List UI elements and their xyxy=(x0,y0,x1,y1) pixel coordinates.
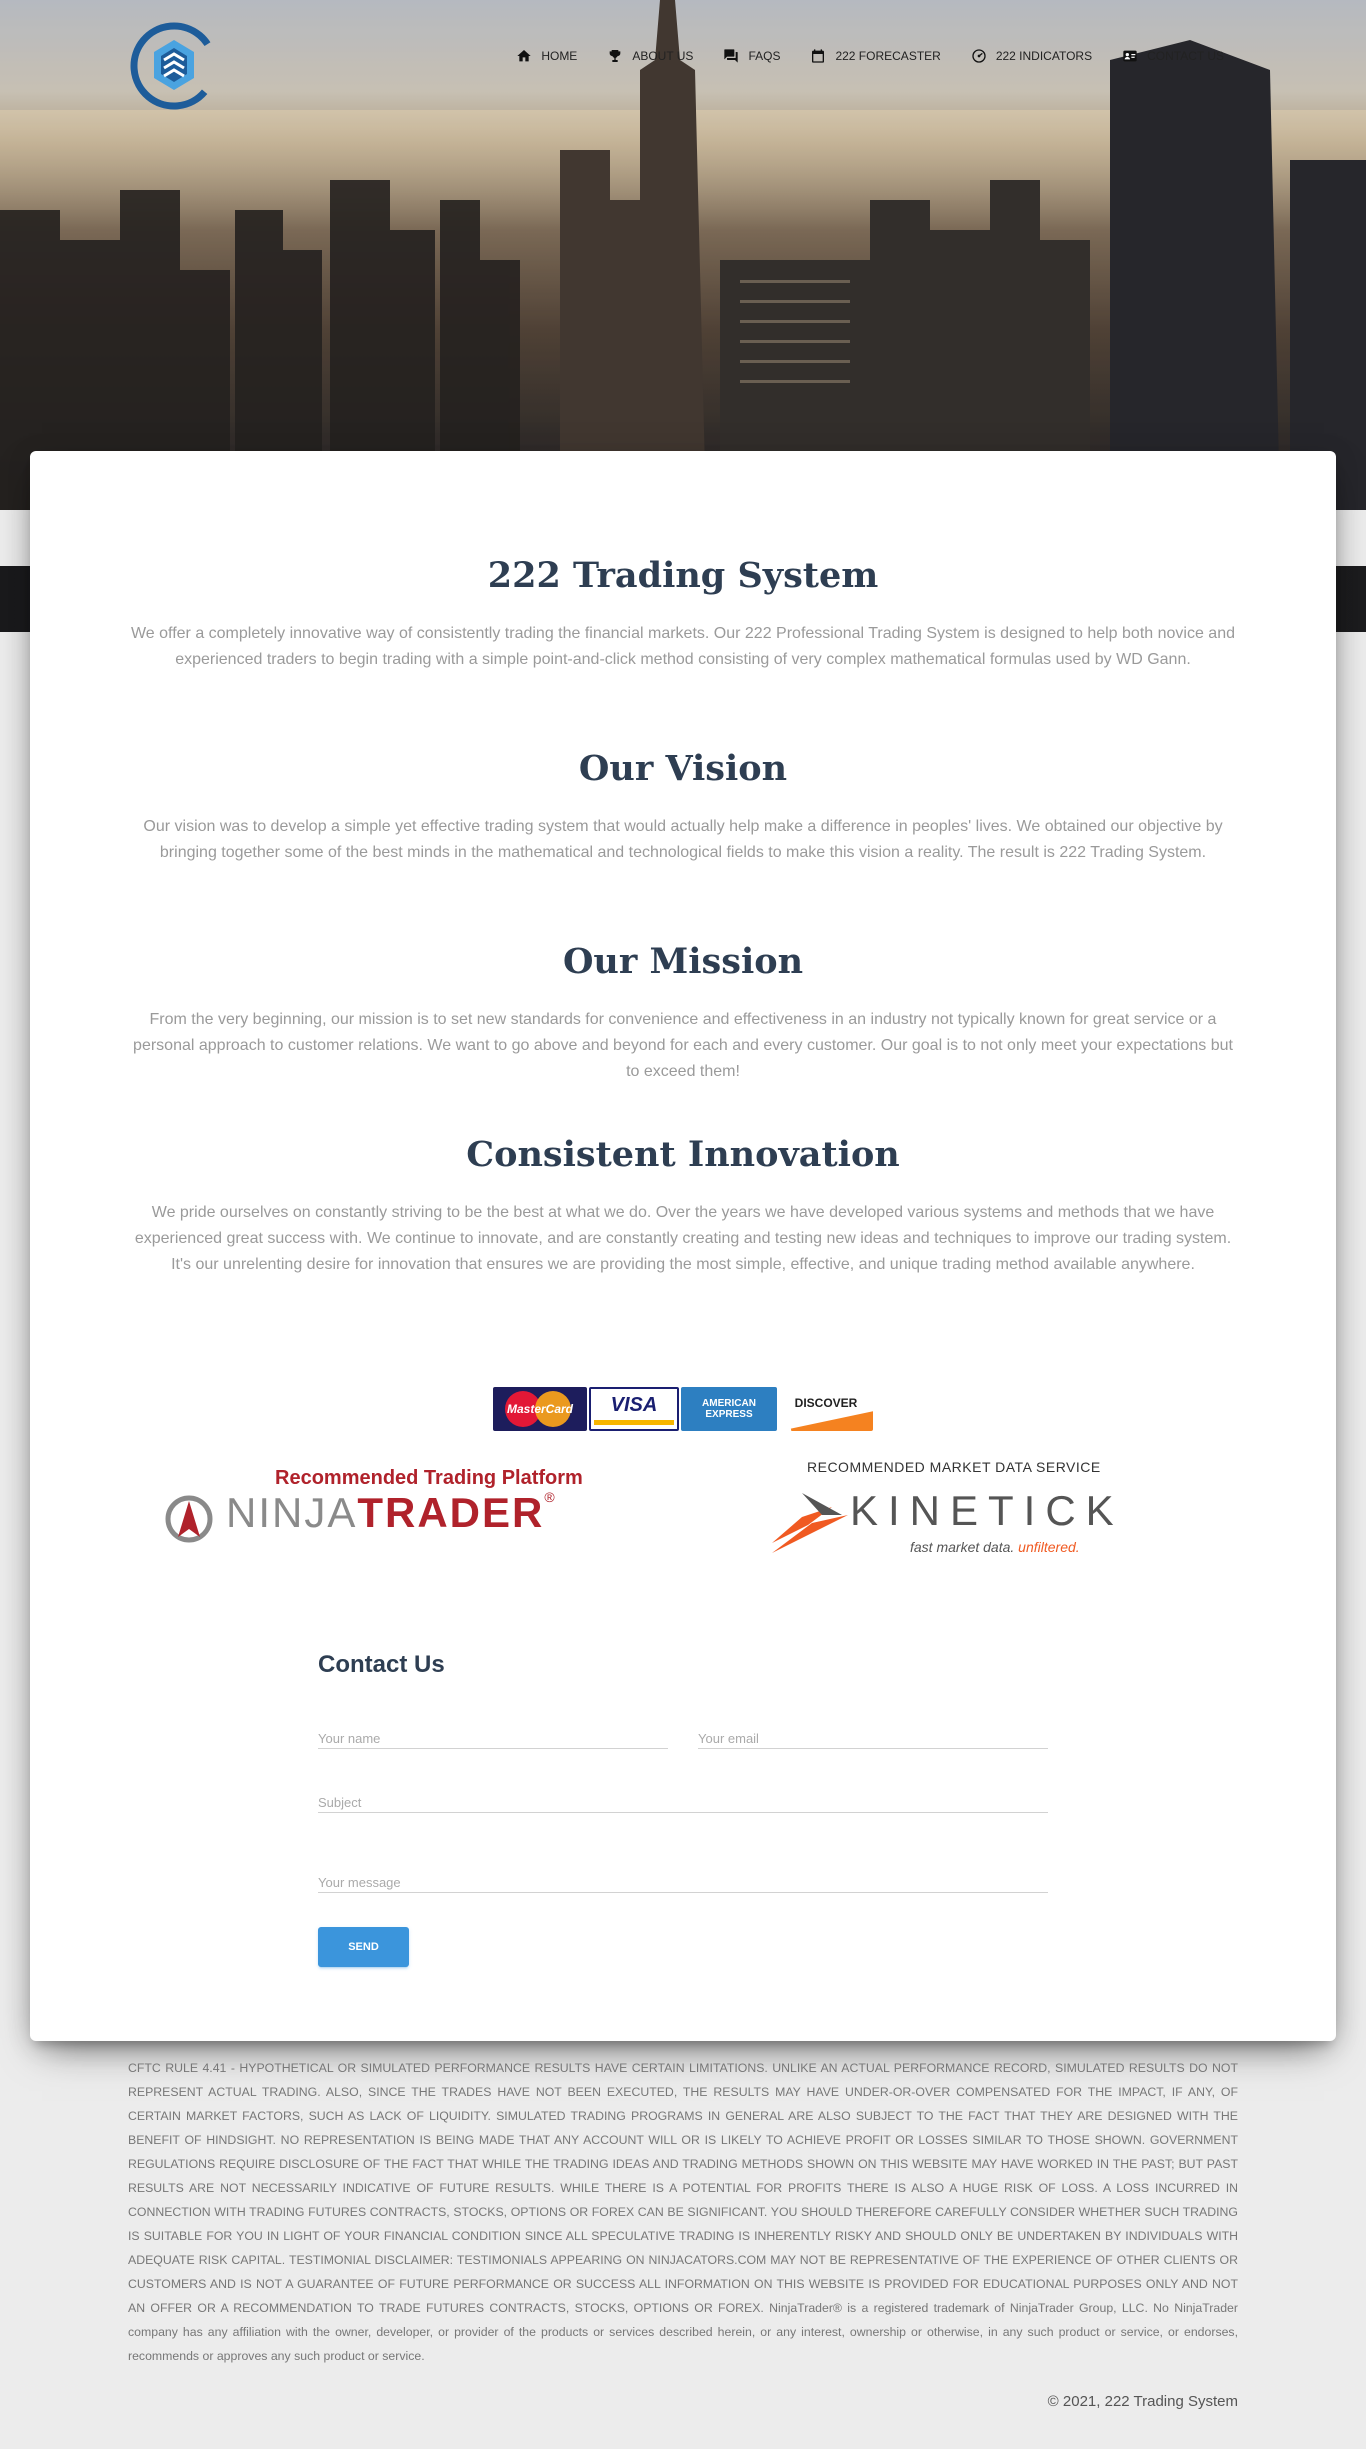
payment-cards: MasterCard VISA AMERICAN EXPRESS DISCOVE… xyxy=(493,1387,873,1433)
section-text-innovation: We pride ourselves on constantly strivin… xyxy=(134,1204,1232,1273)
nav-item-home[interactable]: HOME xyxy=(516,48,577,64)
ninjatrader-wordmark: NINJATRADER® xyxy=(226,1489,557,1536)
section-title-innovation: Consistent Innovation xyxy=(466,1134,900,1175)
kinetick-slogan: fast market data. unfiltered. xyxy=(910,1539,1080,1555)
calendar-icon xyxy=(812,49,825,63)
kinetick-tagline: RECOMMENDED MARKET DATA SERVICE xyxy=(807,1459,1101,1475)
ninjatrader-banner[interactable]: Recommended Trading Platform NINJATRADER… xyxy=(160,1467,630,1547)
nav-item-label: FAQS xyxy=(748,49,781,63)
kinetick-wordmark: KINETICK xyxy=(850,1487,1124,1534)
section-title-vision: Our Vision xyxy=(578,748,788,789)
copyright: © 2021, 222 Trading System xyxy=(1047,2393,1238,2410)
nav-item-about-us[interactable]: ABOUT US xyxy=(607,48,693,64)
contact-title: Contact Us xyxy=(318,1651,445,1678)
email-label: Your email xyxy=(698,1731,759,1746)
nav-item-222-indicators[interactable]: 222 INDICATORS xyxy=(971,48,1092,64)
main-content-card: 222 Trading System We offer a completely… xyxy=(30,451,1336,2041)
nav-item-label: CONTACT US xyxy=(1147,49,1224,63)
send-button[interactable]: SEND xyxy=(318,1927,409,1967)
home-icon xyxy=(517,50,531,62)
forum-icon xyxy=(724,49,739,63)
kinetick-arrow-icon xyxy=(772,1493,848,1553)
site-logo[interactable] xyxy=(130,22,222,110)
section-text-trading-system: We offer a completely innovative way of … xyxy=(130,625,1235,668)
footer-disclaimer: CFTC RULE 4.41 - HYPOTHETICAL OR SIMULAT… xyxy=(128,2061,1238,2363)
subject-label: Subject xyxy=(318,1795,362,1810)
section-title-mission: Our Mission xyxy=(562,941,804,982)
visa-logo: VISA xyxy=(589,1387,679,1431)
name-label: Your name xyxy=(318,1731,381,1746)
contact-card-icon xyxy=(1123,50,1137,62)
message-label: Your message xyxy=(318,1875,401,1890)
speedometer-icon xyxy=(972,49,986,63)
trophy-icon xyxy=(609,50,621,62)
nav-item-label: 222 FORECASTER xyxy=(835,49,941,63)
american-express-logo: AMERICAN EXPRESS xyxy=(681,1387,777,1431)
section-text-mission: From the very beginning, our mission is … xyxy=(133,1011,1233,1080)
logo-icon xyxy=(130,22,218,110)
nav-item-label: HOME xyxy=(541,49,578,63)
nav-item-contact-us[interactable]: CONTACT US xyxy=(1122,48,1224,64)
nav-item-faqs[interactable]: FAQS xyxy=(723,48,780,64)
section-title-trading-system: 222 Trading System xyxy=(487,555,879,596)
nav-item-222-forecaster[interactable]: 222 FORECASTER xyxy=(810,48,941,64)
nav-item-label: ABOUT US xyxy=(632,49,694,63)
discover-logo: DISCOVER xyxy=(779,1387,873,1431)
nav-item-label: 222 INDICATORS xyxy=(995,49,1093,63)
section-text-vision: Our vision was to develop a simple yet e… xyxy=(143,818,1223,861)
ninjatrader-emblem-icon xyxy=(165,1495,213,1543)
message-field[interactable] xyxy=(318,1841,1048,1893)
ninjatrader-tagline: Recommended Trading Platform xyxy=(275,1467,583,1489)
mastercard-logo: MasterCard xyxy=(493,1387,587,1431)
kinetick-banner[interactable]: RECOMMENDED MARKET DATA SERVICE KINETICK… xyxy=(772,1459,1172,1559)
main-navigation: HOME ABOUT US FAQS 222 FORECASTER 222 IN… xyxy=(486,48,1224,64)
subject-field[interactable] xyxy=(318,1777,1048,1813)
